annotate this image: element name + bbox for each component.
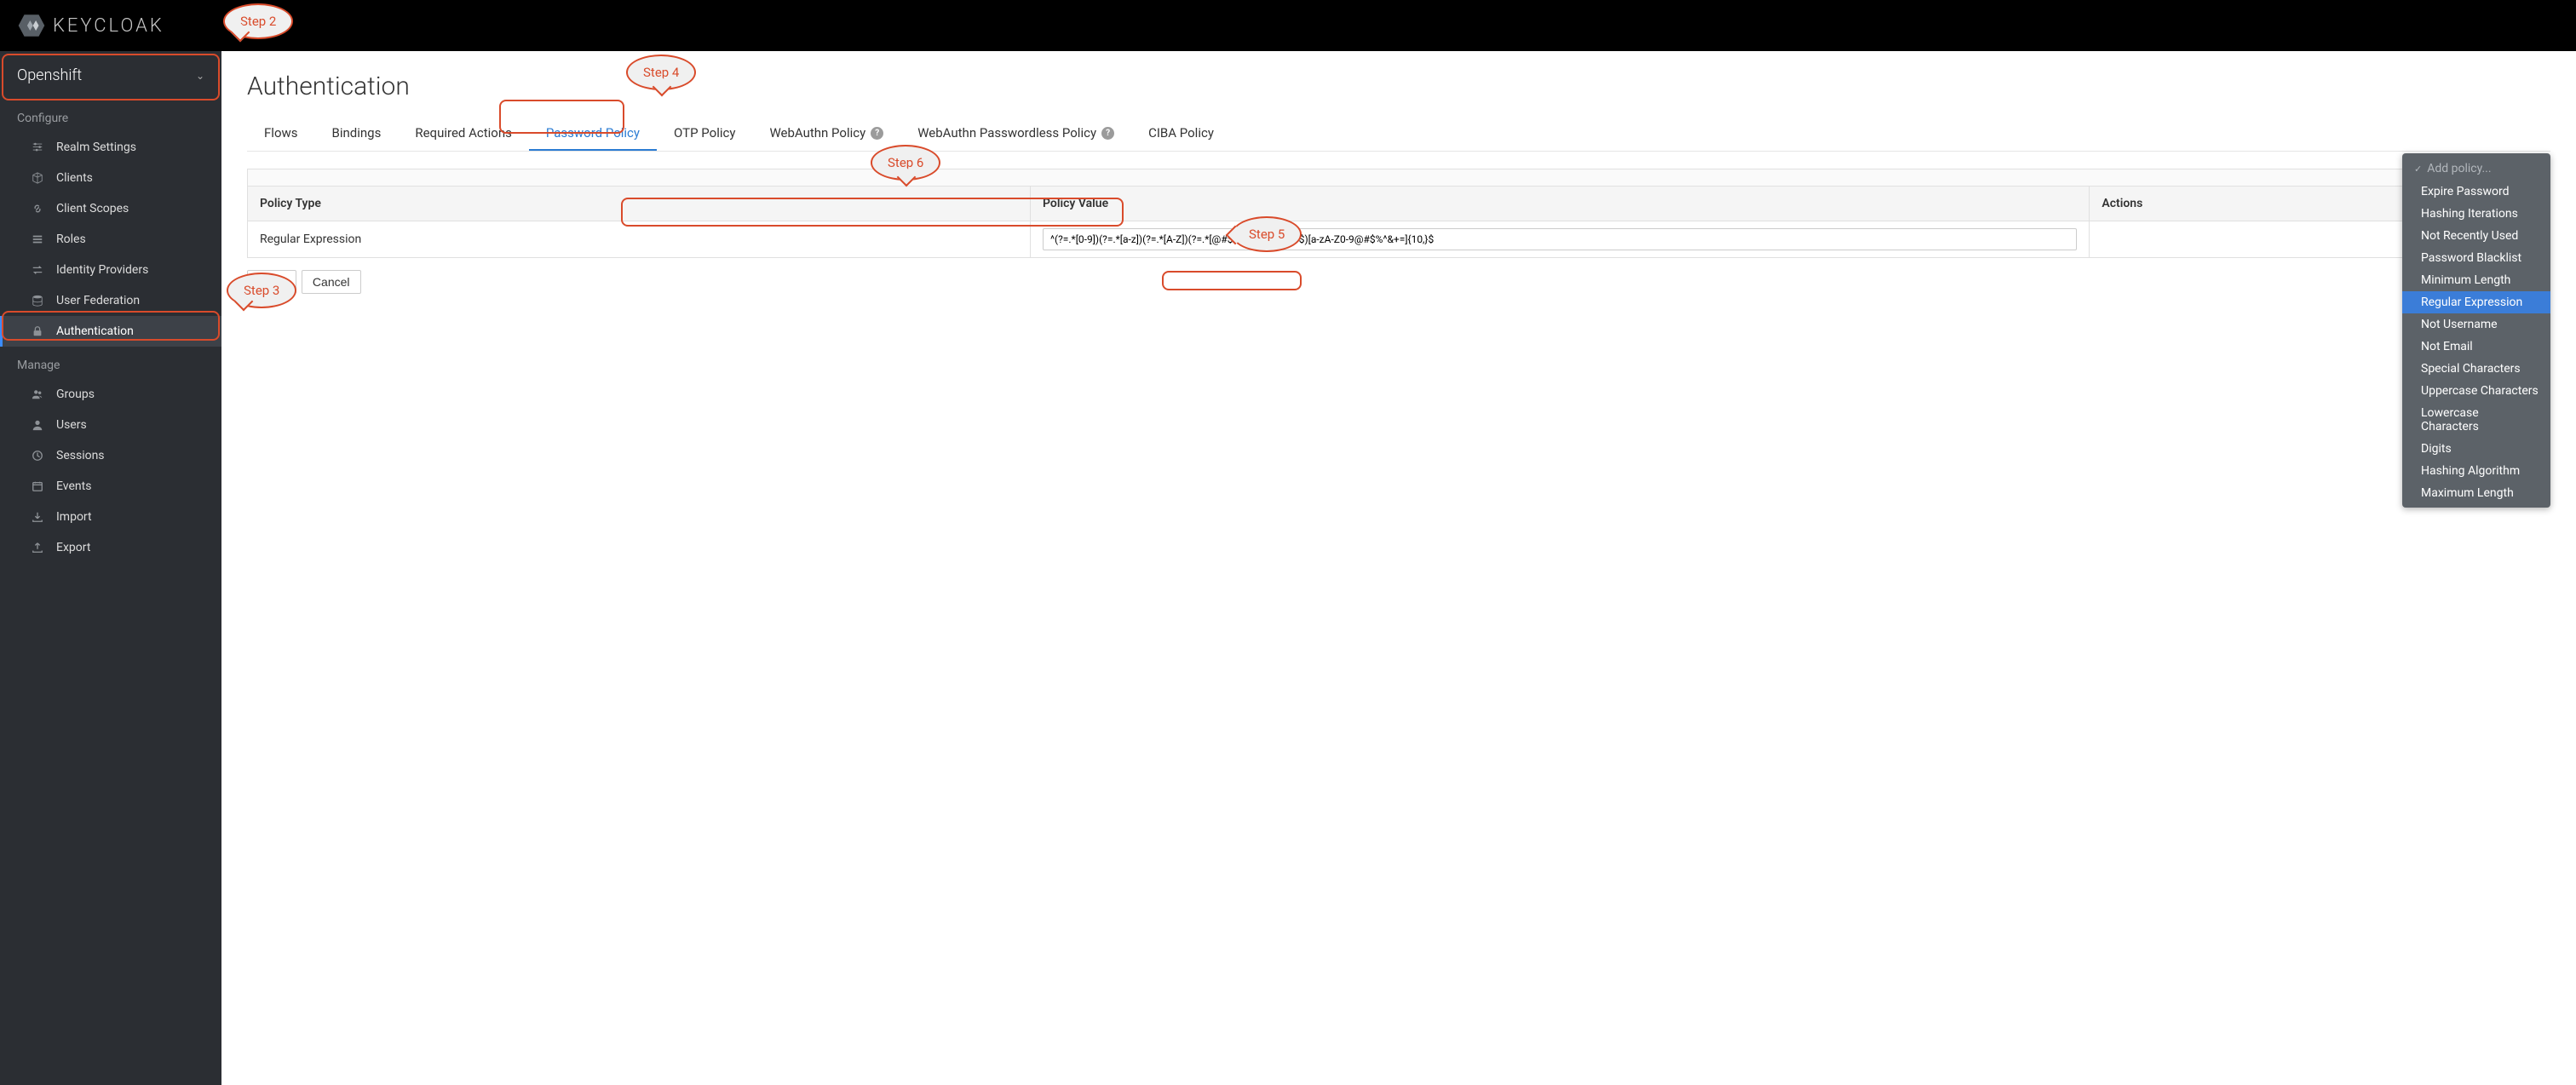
sliders-icon [31, 141, 44, 154]
policy-table: Policy Type Policy Value Actions Regular… [247, 169, 2550, 258]
sidebar-sections: Configure Realm Settings Clients Client Sco… [0, 100, 221, 563]
policy-value-cell [1031, 221, 2090, 258]
sidebar-item-label: Realm Settings [56, 141, 136, 154]
sidebar-item-label: Client Scopes [56, 202, 129, 215]
export-icon [31, 541, 44, 554]
dropdown-item-regular-expression[interactable]: Regular Expression [2402, 291, 2550, 313]
clock-icon [31, 449, 44, 462]
sidebar-item-label: Export [56, 541, 90, 554]
button-row: Save Cancel [247, 270, 2550, 294]
help-icon[interactable]: ? [871, 127, 883, 140]
sidebar-item-clients[interactable]: Clients [0, 163, 221, 193]
tab-bindings[interactable]: Bindings [315, 117, 399, 151]
dropdown-item-not-username[interactable]: Not Username [2402, 313, 2550, 336]
dropdown-item-password-blacklist[interactable]: Password Blacklist [2402, 247, 2550, 269]
calendar-icon [31, 479, 44, 493]
save-button[interactable]: Save [247, 270, 296, 294]
sidebar-item-label: Events [56, 479, 91, 493]
add-policy-dropdown[interactable]: ✓ Add policy... Expire PasswordHashing I… [2402, 153, 2550, 508]
list-icon [31, 232, 44, 246]
realm-name: Openshift [17, 66, 82, 84]
sidebar-item-export[interactable]: Export [0, 532, 221, 563]
dropdown-item-hashing-algorithm[interactable]: Hashing Algorithm [2402, 460, 2550, 482]
col-header-value: Policy Value [1031, 187, 2090, 221]
sidebar-item-identity-providers[interactable]: Identity Providers [0, 255, 221, 285]
sidebar-item-sessions[interactable]: Sessions [0, 440, 221, 471]
user-icon [31, 418, 44, 432]
sidebar-item-authentication[interactable]: Authentication [0, 316, 221, 347]
lock-icon [31, 324, 44, 338]
realm-selector[interactable]: Openshift ⌄ [0, 51, 221, 100]
database-icon [31, 294, 44, 307]
cancel-button[interactable]: Cancel [302, 270, 361, 294]
main-content: Authentication FlowsBindingsRequired Act… [221, 51, 2576, 1085]
col-header-type: Policy Type [248, 187, 1031, 221]
exchange-icon [31, 263, 44, 277]
sidebar-item-user-federation[interactable]: User Federation [0, 285, 221, 316]
cube-icon [31, 171, 44, 185]
users-icon [31, 388, 44, 401]
dropdown-item-special-characters[interactable]: Special Characters [2402, 358, 2550, 380]
sidebar-item-label: Authentication [56, 324, 134, 338]
tab-otp-policy[interactable]: OTP Policy [657, 117, 752, 151]
tab-required-actions[interactable]: Required Actions [398, 117, 529, 151]
page-title: Authentication [247, 72, 2550, 101]
link-icon [31, 202, 44, 215]
top-bar: KEYCLOAK [0, 0, 2576, 51]
sidebar-item-import[interactable]: Import [0, 502, 221, 532]
tab-ciba-policy[interactable]: CIBA Policy [1131, 117, 1231, 151]
policy-type-cell: Regular Expression [248, 221, 1031, 258]
sidebar-item-groups[interactable]: Groups [0, 379, 221, 410]
dropdown-item-hashing-iterations[interactable]: Hashing Iterations [2402, 203, 2550, 225]
table-row: Regular Expression [248, 221, 2550, 258]
dropdown-item-expire-password[interactable]: Expire Password [2402, 181, 2550, 203]
tab-webauthn-policy[interactable]: WebAuthn Policy? [752, 117, 900, 151]
sidebar-item-label: Roles [56, 232, 86, 246]
section-header: Manage [0, 347, 221, 379]
sidebar-item-client-scopes[interactable]: Client Scopes [0, 193, 221, 224]
tabs: FlowsBindingsRequired ActionsPassword Po… [247, 117, 2550, 152]
sidebar-item-label: Clients [56, 171, 93, 185]
dropdown-item-not-recently-used[interactable]: Not Recently Used [2402, 225, 2550, 247]
dropdown-item-not-email[interactable]: Not Email [2402, 336, 2550, 358]
sidebar-item-label: Import [56, 510, 92, 524]
policy-value-input[interactable] [1043, 228, 2077, 250]
tab-password-policy[interactable]: Password Policy [529, 117, 657, 151]
import-icon [31, 510, 44, 524]
logo: KEYCLOAK [17, 11, 164, 40]
sidebar-item-label: Identity Providers [56, 263, 148, 277]
dropdown-item-minimum-length[interactable]: Minimum Length [2402, 269, 2550, 291]
sidebar-item-events[interactable]: Events [0, 471, 221, 502]
sidebar-item-label: Sessions [56, 449, 105, 462]
dropdown-item-uppercase-characters[interactable]: Uppercase Characters [2402, 380, 2550, 402]
sidebar-item-realm-settings[interactable]: Realm Settings [0, 132, 221, 163]
help-icon[interactable]: ? [1101, 127, 1114, 140]
dropdown-item-lowercase-characters[interactable]: Lowercase Characters [2402, 402, 2550, 438]
sidebar-item-label: Groups [56, 388, 95, 401]
tab-flows[interactable]: Flows [247, 117, 315, 151]
section-header: Configure [0, 100, 221, 132]
sidebar: Openshift ⌄ Configure Realm Settings Clien… [0, 51, 221, 1085]
sidebar-item-label: Users [56, 418, 87, 432]
dropdown-item-maximum-length[interactable]: Maximum Length [2402, 482, 2550, 504]
dropdown-header: ✓ Add policy... [2402, 157, 2550, 181]
sidebar-item-label: User Federation [56, 294, 140, 307]
brand-text: KEYCLOAK [53, 15, 164, 37]
chevron-down-icon: ⌄ [196, 70, 204, 82]
dropdown-item-digits[interactable]: Digits [2402, 438, 2550, 460]
sidebar-item-users[interactable]: Users [0, 410, 221, 440]
keycloak-logo-icon [17, 11, 46, 40]
tab-webauthn-passwordless-policy[interactable]: WebAuthn Passwordless Policy? [900, 117, 1131, 151]
check-icon: ✓ [2414, 164, 2422, 175]
sidebar-item-roles[interactable]: Roles [0, 224, 221, 255]
